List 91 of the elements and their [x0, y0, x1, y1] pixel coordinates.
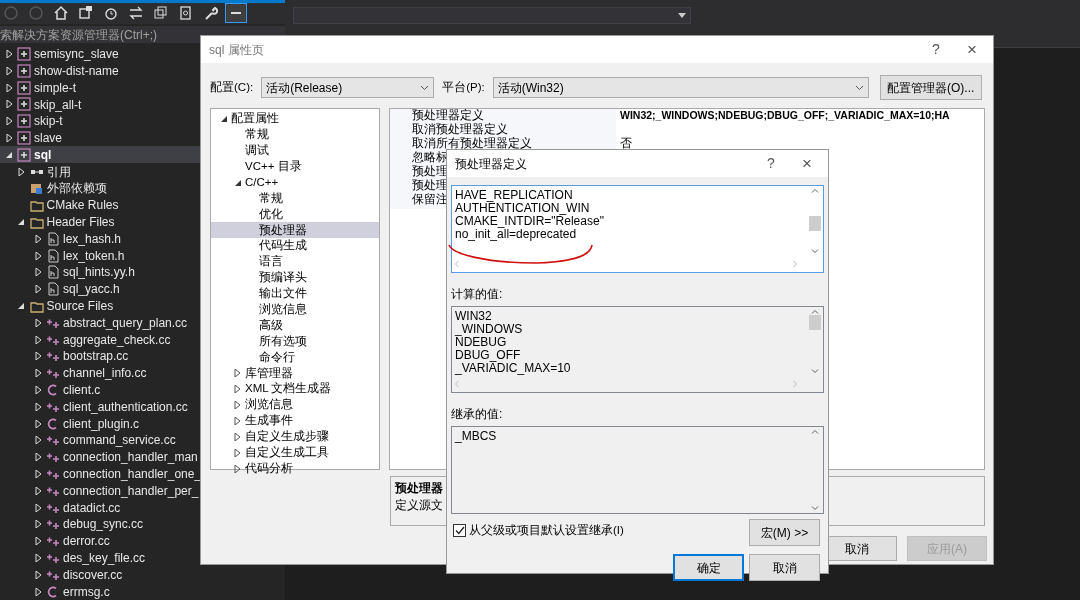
collapse-arrow-icon — [4, 150, 13, 159]
scroll-thumb[interactable] — [809, 315, 821, 330]
config-manager-button[interactable]: 配置管理器(O)... — [879, 75, 982, 100]
chevron-icon — [420, 84, 430, 91]
tree-item[interactable]: derror.cc — [0, 532, 285, 550]
chevron-icon — [854, 84, 864, 91]
tree-item[interactable]: 预编译头 — [211, 269, 379, 286]
tree-item[interactable]: 命令行 — [211, 349, 379, 366]
scrollbar[interactable] — [807, 307, 823, 376]
property-value[interactable]: WIN32;_WINDOWS;NDEBUG;DBUG_OFF;_VARIADIC_MAX=10;HA — [616, 109, 950, 124]
tree-item[interactable]: 生成事件 — [211, 412, 379, 429]
preview-button[interactable] — [225, 3, 247, 24]
tree-item[interactable]: show-dist-name — [0, 62, 285, 80]
tree-item[interactable]: C/C++ — [211, 174, 379, 191]
field-label: 平台(P): — [442, 79, 485, 95]
pages-icon[interactable] — [178, 5, 194, 22]
tree-item[interactable]: XML 文档生成器 — [211, 381, 379, 398]
tree-item[interactable]: 自定义生成步骤 — [211, 428, 379, 445]
home-icon[interactable] — [53, 5, 69, 22]
collapse-arrow-icon — [234, 178, 242, 187]
tree-item[interactable]: 常规 — [211, 190, 379, 207]
collapse-arrow-icon — [220, 114, 228, 123]
pd-title: 预处理器定义 — [455, 155, 528, 173]
file-icon — [46, 265, 60, 280]
file-icon — [46, 248, 60, 263]
file-icon — [46, 282, 60, 297]
folder-icon — [29, 299, 44, 314]
caret-icon — [678, 12, 686, 18]
sync-icon[interactable] — [128, 5, 144, 22]
description-text: 定义源文 — [395, 498, 443, 514]
inherited-label: 继承的值: — [451, 406, 504, 423]
wrench-icon[interactable] — [203, 5, 219, 22]
dropdown-field[interactable]: 活动(Win32) — [492, 77, 869, 98]
file-icon — [46, 231, 60, 246]
history-icon[interactable] — [103, 5, 119, 22]
dropdown-field[interactable] — [293, 6, 691, 24]
tree-item[interactable]: 优化 — [211, 206, 379, 223]
help-button[interactable]: ? — [756, 153, 786, 174]
library-icon — [29, 181, 44, 196]
project-icon — [17, 97, 31, 112]
tree-item[interactable]: datadict.cc — [0, 499, 285, 516]
tree-item[interactable]: 配置属性 — [211, 111, 379, 127]
macros-button[interactable]: 宏(M) >> — [749, 519, 820, 546]
tree-item[interactable]: 库管理器 — [211, 365, 379, 382]
tree-item[interactable]: 语言 — [211, 254, 379, 270]
tree-item[interactable]: 浏览信息 — [211, 301, 379, 318]
tree-item[interactable]: 输出文件 — [211, 285, 379, 302]
close-button[interactable]: × — [792, 150, 822, 177]
tree-item[interactable]: 预处理器 — [211, 222, 379, 239]
collapse-arrow-icon — [17, 218, 25, 227]
tree-item[interactable]: 自定义生成工具 — [211, 444, 379, 461]
computed-label: 计算的值: — [451, 286, 504, 303]
minus-icon — [231, 12, 241, 15]
cancel-button[interactable]: 取消 — [749, 554, 820, 581]
window-title: sql 属性页 — [209, 41, 265, 59]
tree-item[interactable]: 所有选项 — [211, 333, 379, 350]
project-icon — [17, 80, 31, 95]
property-value[interactable]: 否 — [616, 135, 632, 153]
tree-item[interactable]: discover.cc — [0, 566, 285, 584]
scroll-thumb[interactable] — [809, 216, 821, 231]
expand-arrow-icon — [17, 167, 25, 176]
tree-item[interactable]: skip_all-t — [0, 96, 285, 113]
tree-item[interactable]: 高级 — [211, 317, 379, 334]
folder-icon — [29, 215, 44, 230]
tree-item[interactable]: errmsg.c — [0, 583, 285, 600]
tree-item[interactable]: debug_sync.cc — [0, 516, 285, 533]
tree-item[interactable]: 代码分析 — [211, 460, 379, 477]
collapse-arrow-icon — [17, 302, 25, 311]
check-icon — [454, 526, 465, 536]
field-label: 配置(C): — [210, 79, 254, 95]
project-icon — [17, 63, 31, 78]
tree-item[interactable]: 常规 — [211, 126, 379, 143]
views-icon[interactable] — [78, 5, 94, 22]
tree-item[interactable]: 浏览信息 — [211, 397, 379, 413]
project-icon — [17, 47, 31, 62]
description-title: 预处理器 — [395, 481, 443, 496]
collapse-icon[interactable] — [153, 5, 169, 22]
ok-button[interactable]: 确定 — [673, 554, 744, 581]
tree-item[interactable]: des_key_file.cc — [0, 549, 285, 567]
tree-item[interactable]: connection_handler_per_ — [0, 482, 285, 500]
scrollbar[interactable] — [807, 186, 823, 256]
folder-icon — [29, 198, 44, 213]
tree-item[interactable]: 代码生成 — [211, 238, 379, 254]
checkbox[interactable] — [453, 524, 466, 538]
help-button[interactable]: ? — [921, 39, 951, 60]
project-icon — [17, 114, 31, 129]
checkbox-label[interactable]: 从父级或项目默认设置继承(I) — [469, 522, 624, 540]
project-icon — [17, 147, 31, 162]
dropdown-field[interactable]: 活动(Release) — [261, 77, 435, 98]
project-icon — [17, 131, 31, 146]
close-button[interactable]: × — [957, 36, 987, 63]
